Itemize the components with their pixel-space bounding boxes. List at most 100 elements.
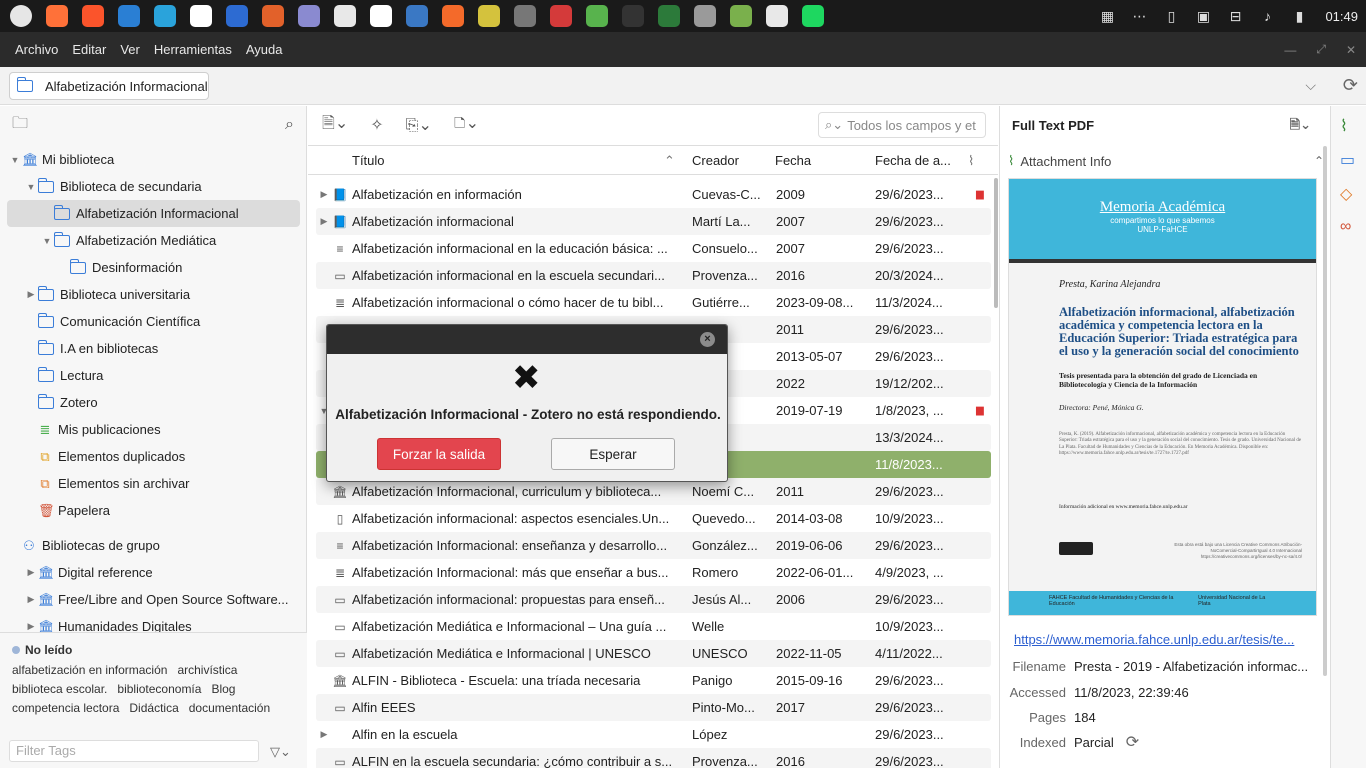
terminal-icon[interactable] (618, 3, 648, 29)
item-row[interactable]: 🏛 ALFIN - Biblioteca - Escuela: una tríad… (316, 667, 991, 694)
field-value[interactable]: 11/8/2023, 22:39:46 (1074, 685, 1324, 700)
collection-item[interactable]: Alfabetización Informacional (7, 200, 300, 227)
collection-item[interactable]: ▼ Biblioteca de secundaria (0, 173, 307, 200)
spotify-icon[interactable] (798, 3, 828, 29)
item-row[interactable]: ▭ Alfabetización Mediática e Informaciona… (316, 640, 991, 667)
item-row[interactable]: ▭ Alfabetización informacional en la escu… (316, 262, 991, 289)
collection-item[interactable]: ⧉ Elementos duplicados (0, 443, 307, 470)
window-icon[interactable] (186, 3, 216, 29)
tag-chip[interactable]: competencia lectora (12, 701, 119, 715)
collection-item[interactable]: Comunicación Científica (0, 308, 307, 335)
chevron-down-icon[interactable]: ▼ (24, 182, 38, 192)
chevron-right-icon[interactable]: ▶ (316, 216, 332, 227)
screenshot-icon[interactable] (402, 3, 432, 29)
item-row[interactable]: ≣ Alfabetización informacional o cómo hac… (316, 289, 991, 316)
clock[interactable]: 01:49 (1325, 9, 1358, 24)
item-row[interactable]: ▭ Alfabetización informacional: propuesta… (316, 586, 991, 613)
new-note-icon[interactable]: 🗅⌄ (454, 112, 479, 139)
related-nav-icon[interactable]: ∞ (1340, 218, 1351, 236)
close-window-icon[interactable]: ✕ (1346, 43, 1356, 57)
pdf-preview[interactable]: Memoria Académica compartimos lo que sab… (1008, 178, 1317, 616)
document-viewer-icon[interactable] (330, 3, 360, 29)
telegram-icon[interactable] (150, 3, 180, 29)
sync-icon[interactable]: ⟳ (1343, 75, 1358, 96)
tag-chip[interactable]: biblioteconomía (117, 682, 201, 696)
system-monitor-icon[interactable] (654, 3, 684, 29)
notes-nav-icon[interactable]: ▭ (1340, 150, 1355, 170)
items-scrollbar[interactable] (994, 178, 998, 308)
more-icon[interactable]: ⋯ (1125, 3, 1153, 29)
chevron-right-icon[interactable]: ▶ (316, 729, 332, 740)
new-collection-icon[interactable]: 🗀 (12, 112, 28, 139)
firefox-icon[interactable] (42, 3, 72, 29)
magic-wand-icon[interactable]: ✧ (370, 115, 383, 135)
toolbox-icon[interactable] (546, 3, 576, 29)
item-row[interactable]: 🏛 Alfabetización Informacional, curriculu… (316, 478, 991, 505)
item-row[interactable]: ▭ Alfin EEES Pinto-Mo... 2017 29/6/2023... (316, 694, 991, 721)
photos-icon[interactable] (438, 3, 468, 29)
search-input[interactable]: ⌕⌄ Todos los campos y et (818, 112, 986, 138)
chevron-right-icon[interactable]: ▶ (24, 621, 38, 632)
tag-chip[interactable]: biblioteca escolar. (12, 682, 107, 696)
search-icon[interactable]: ⌕ (285, 116, 294, 134)
attachment-url-link[interactable]: https://www.memoria.fahce.unlp.edu.ar/te… (1014, 632, 1316, 647)
force-quit-button[interactable]: Forzar la salida (377, 438, 501, 470)
brave-icon[interactable] (78, 3, 108, 29)
collection-item[interactable]: ▼ Alfabetización Mediática (0, 227, 307, 254)
item-row[interactable]: ▶ 📘 Alfabetización en información Cuevas-C.… (316, 181, 991, 208)
item-pane-scrollbar[interactable] (1323, 146, 1327, 676)
column-date[interactable]: Fecha (775, 153, 811, 168)
attachment-info-nav-icon[interactable]: ⌇ (1340, 116, 1348, 136)
unread-filter[interactable]: No leído (0, 633, 307, 663)
column-creator[interactable]: Creador (692, 153, 739, 168)
tag-chip[interactable]: Blog (211, 682, 235, 696)
notes-tray-icon[interactable]: ▣ (1189, 3, 1217, 29)
zotero-icon[interactable] (366, 3, 396, 29)
collection-item[interactable]: ≣ Mis publicaciones (0, 416, 307, 443)
chevron-right-icon[interactable]: ▶ (24, 594, 38, 605)
collection-item[interactable]: 🗑 Papelera (0, 497, 307, 524)
chevron-down-icon[interactable]: ▼ (8, 155, 22, 165)
maximize-icon[interactable]: ⤢ (1316, 42, 1326, 57)
attachment-info-section[interactable]: ⌇ Attachment Info ⌃ (1008, 150, 1324, 172)
network-icon[interactable]: ⊟ (1221, 3, 1249, 29)
menu-archivo[interactable]: Archivo (8, 42, 65, 57)
chevron-right-icon[interactable]: ▶ (24, 567, 38, 578)
files-icon[interactable] (726, 3, 756, 29)
tag-chip[interactable]: alfabetización en información (12, 663, 167, 677)
menu-herramientas[interactable]: Herramientas (147, 42, 239, 57)
collection-item[interactable]: Zotero (0, 389, 307, 416)
filter-tags-input[interactable]: Filter Tags (9, 740, 259, 762)
music-icon[interactable]: ♪ (1253, 3, 1281, 29)
collection-item[interactable]: I.A en bibliotecas (0, 335, 307, 362)
tag-chip[interactable]: Didáctica (129, 701, 178, 715)
tag-chip[interactable]: documentación (189, 701, 270, 715)
tags-nav-icon[interactable]: ◇ (1340, 184, 1352, 204)
collection-item[interactable]: ▼ 🏛 Mi biblioteca (0, 146, 307, 173)
menu-icon[interactable] (6, 3, 36, 29)
tab-library[interactable]: Alfabetización Informacional (9, 72, 209, 100)
sort-asc-icon[interactable]: ⌃ (664, 153, 675, 169)
clipboard-icon[interactable]: ▯ (1157, 3, 1185, 29)
filter-icon[interactable]: ▽⌄ (270, 744, 291, 760)
attachment-column-icon[interactable]: ⌇ (968, 153, 974, 169)
calculator-icon[interactable] (510, 3, 540, 29)
item-row[interactable]: ▶ Alfin en la escuela López 29/6/2023... (316, 721, 991, 748)
collection-item[interactable]: ▶ 🏛 Digital reference (0, 559, 307, 586)
collection-item[interactable]: ⧉ Elementos sin archivar (0, 470, 307, 497)
item-row[interactable]: ▭ Alfabetización Mediática e Informaciona… (316, 613, 991, 640)
chevron-down-icon[interactable]: ⌵ (1305, 77, 1316, 94)
menu-ayuda[interactable]: Ayuda (239, 42, 290, 57)
chevron-down-icon[interactable]: ▼ (40, 236, 54, 246)
field-value[interactable]: Presta - 2019 - Alfabetización informac.… (1074, 659, 1324, 674)
collection-item[interactable]: ▶ Biblioteca universitaria (0, 281, 307, 308)
chevron-right-icon[interactable]: ▶ (316, 189, 332, 200)
item-row[interactable]: ▭ ALFIN en la escuela secundaria: ¿cómo c… (316, 748, 991, 768)
tag-chip[interactable]: archivística (177, 663, 237, 677)
add-attachment-icon[interactable]: ⎘⌄ (406, 115, 432, 135)
thunderbird-icon[interactable] (114, 3, 144, 29)
settings-icon[interactable] (690, 3, 720, 29)
item-row[interactable]: ≣ Alfabetización Informacional: más que e… (316, 559, 991, 586)
collection-item[interactable]: Lectura (0, 362, 307, 389)
clock-app-icon[interactable] (762, 3, 792, 29)
